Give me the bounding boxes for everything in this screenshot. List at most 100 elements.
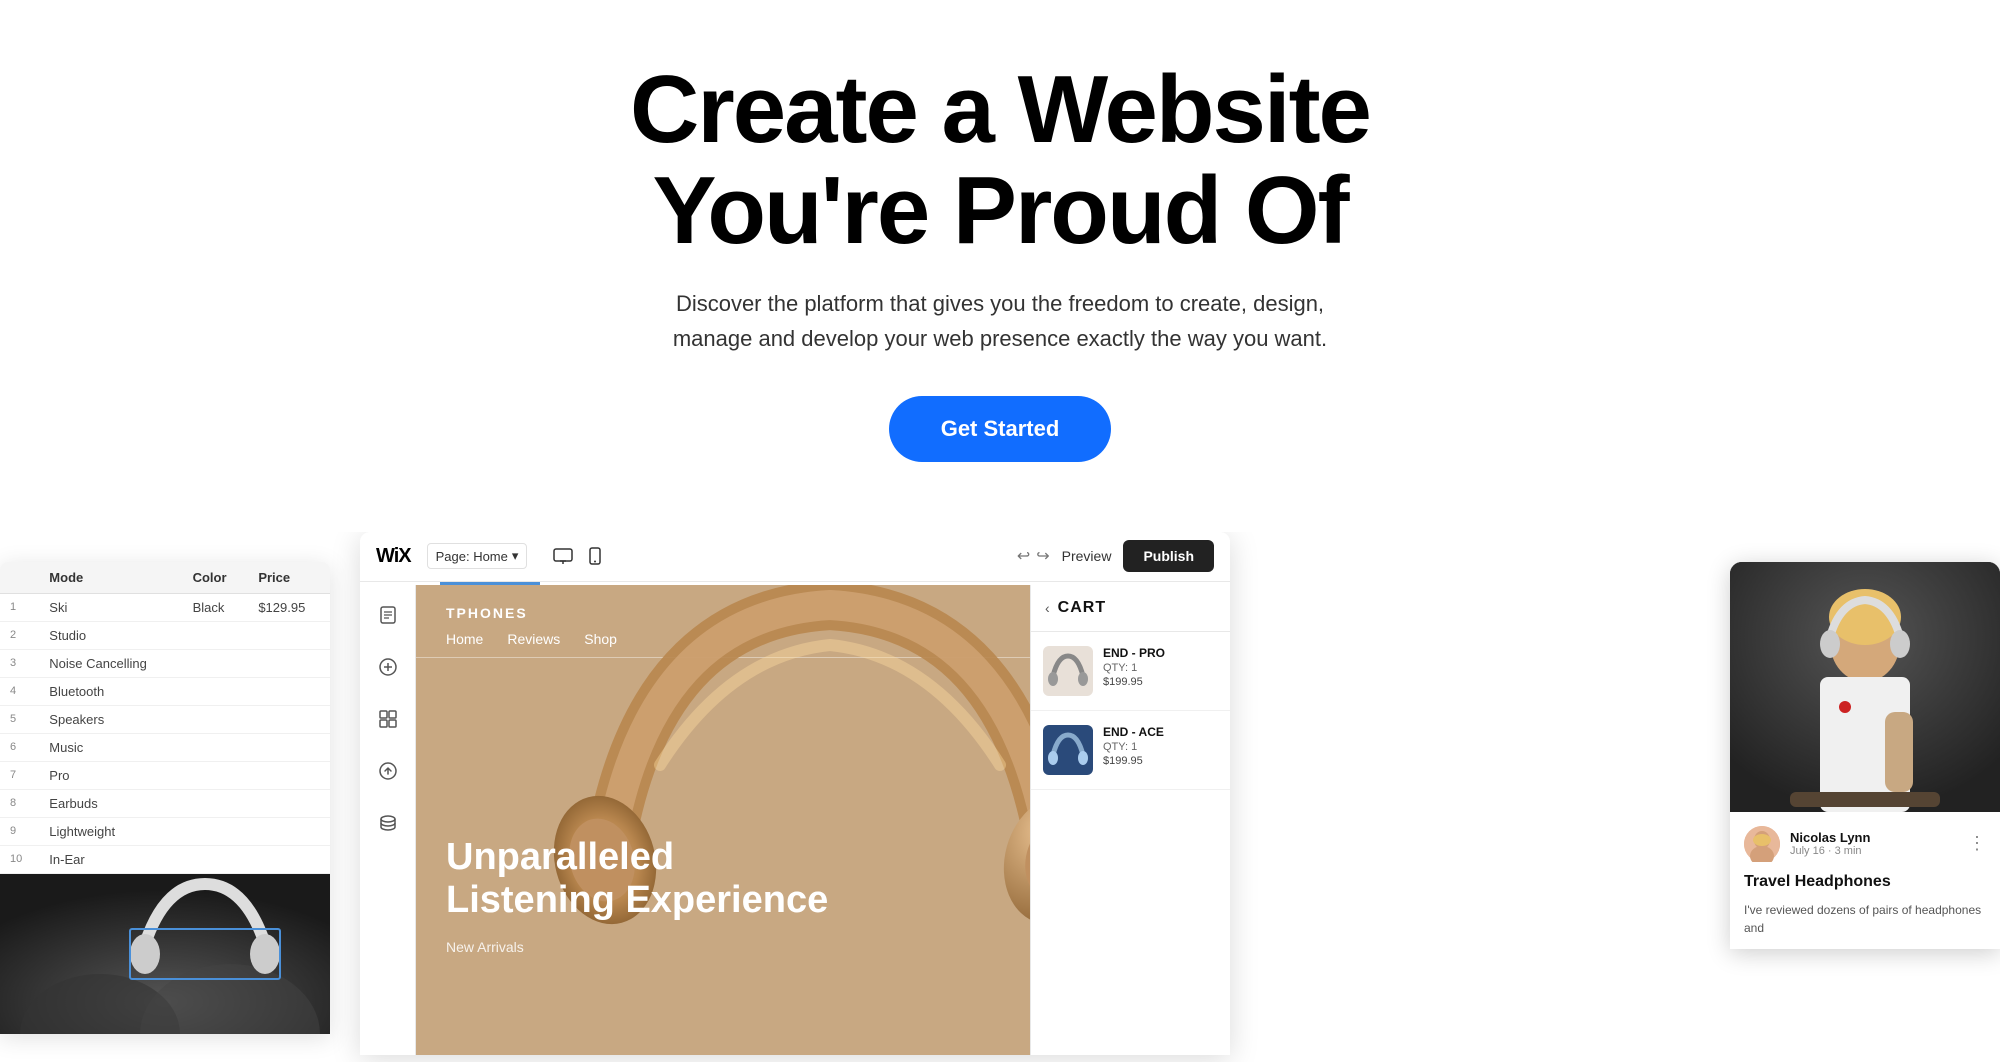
undo-icon[interactable]: ↩ — [1017, 546, 1030, 566]
cart-header: ‹ CART — [1031, 585, 1230, 632]
row-price — [248, 677, 330, 705]
row-price — [248, 789, 330, 817]
pages-tool[interactable] — [370, 597, 406, 633]
chevron-down-icon: ▾ — [512, 548, 519, 564]
preview-button[interactable]: Preview — [1062, 548, 1112, 564]
row-price — [248, 761, 330, 789]
author-meta: July 16 · 3 min — [1790, 845, 1958, 857]
row-price — [248, 845, 330, 873]
cart-panel: ‹ CART END - PRO — [1030, 585, 1230, 1055]
site-headline: Unparalleled Listening Experience — [446, 836, 828, 923]
cart-item-info-1: END - PRO QTY: 1 $199.95 — [1103, 646, 1218, 688]
row-color — [183, 733, 249, 761]
author-info: Nicolas Lynn July 16 · 3 min — [1790, 830, 1958, 857]
table-row: 9 Lightweight — [0, 817, 330, 845]
database-tool[interactable] — [370, 805, 406, 841]
editor-toolbar: WiX Page: Home ▾ — [360, 532, 1230, 582]
editor-canvas: TPHONES Home Reviews Shop — [360, 585, 1230, 1055]
table-header-num — [0, 562, 39, 594]
row-price — [248, 705, 330, 733]
cart-item-price-1: $199.95 — [1103, 676, 1218, 688]
table-row: 2 Studio — [0, 621, 330, 649]
page-selector[interactable]: Page: Home ▾ — [427, 543, 528, 569]
device-icons — [551, 544, 607, 568]
publish-button[interactable]: Publish — [1123, 540, 1214, 572]
site-canvas: TPHONES Home Reviews Shop — [416, 585, 1030, 1055]
more-options-icon[interactable]: ⋮ — [1968, 833, 1986, 854]
row-num: 6 — [0, 733, 39, 761]
blog-card: Nicolas Lynn July 16 · 3 min ⋮ Travel He… — [1730, 812, 2000, 949]
row-mode: Ski — [39, 593, 182, 621]
product-table: Mode Color Price 1 Ski Black $129.95 2 S… — [0, 562, 330, 874]
redo-icon[interactable]: ↪ — [1036, 546, 1049, 566]
table-row: 6 Music — [0, 733, 330, 761]
row-num: 8 — [0, 789, 39, 817]
mobile-preview-panel: Nicolas Lynn July 16 · 3 min ⋮ Travel He… — [1730, 562, 2000, 949]
row-num: 5 — [0, 705, 39, 733]
left-data-panel: Mode Color Price 1 Ski Black $129.95 2 S… — [0, 562, 330, 1034]
editor-panel: WiX Page: Home ▾ — [360, 532, 1230, 1055]
row-mode: Lightweight — [39, 817, 182, 845]
author-name: Nicolas Lynn — [1790, 830, 1958, 845]
table-row: 4 Bluetooth — [0, 677, 330, 705]
upload-tool[interactable] — [370, 753, 406, 789]
desktop-icon[interactable] — [551, 544, 575, 568]
cart-item: END - PRO QTY: 1 $199.95 — [1031, 632, 1230, 711]
row-num: 7 — [0, 761, 39, 789]
cart-back-icon[interactable]: ‹ — [1045, 600, 1050, 616]
toolbar-left: WiX Page: Home ▾ — [376, 543, 607, 569]
mobile-icon[interactable] — [583, 544, 607, 568]
site-new-arrivals: New Arrivals — [446, 939, 828, 955]
cart-title: CART — [1058, 599, 1106, 617]
table-row: 5 Speakers — [0, 705, 330, 733]
cart-item-name-1: END - PRO — [1103, 646, 1218, 660]
page-name: Page: Home — [436, 549, 508, 564]
product-image-panel — [0, 874, 330, 1034]
sections-tool[interactable] — [370, 701, 406, 737]
person-photo-graphic — [1730, 562, 2000, 812]
blog-excerpt: I've reviewed dozens of pairs of headpho… — [1744, 901, 1986, 937]
editor-sidebar — [360, 585, 416, 1055]
row-num: 2 — [0, 621, 39, 649]
row-color — [183, 817, 249, 845]
row-num: 10 — [0, 845, 39, 873]
table-header-mode: Mode — [39, 562, 182, 594]
row-price: $129.95 — [248, 593, 330, 621]
wix-logo: WiX — [376, 545, 411, 568]
table-row: 3 Noise Cancelling — [0, 649, 330, 677]
row-color — [183, 621, 249, 649]
toolbar-right: ↩ ↪ Preview Publish — [1017, 540, 1214, 572]
table-row: 10 In-Ear — [0, 845, 330, 873]
cart-item: END - ACE QTY: 1 $199.95 — [1031, 711, 1230, 790]
row-mode: Pro — [39, 761, 182, 789]
row-num: 9 — [0, 817, 39, 845]
row-color — [183, 761, 249, 789]
row-mode: In-Ear — [39, 845, 182, 873]
table-header-color: Color — [183, 562, 249, 594]
author-avatar — [1744, 826, 1780, 862]
cart-item-name-2: END - ACE — [1103, 725, 1218, 739]
row-num: 1 — [0, 593, 39, 621]
row-mode: Studio — [39, 621, 182, 649]
row-mode: Speakers — [39, 705, 182, 733]
row-price — [248, 649, 330, 677]
row-mode: Music — [39, 733, 182, 761]
cart-item-qty-1: QTY: 1 — [1103, 662, 1218, 674]
get-started-button[interactable]: Get Started — [889, 396, 1112, 462]
row-price — [248, 817, 330, 845]
row-num: 4 — [0, 677, 39, 705]
add-tool[interactable] — [370, 649, 406, 685]
row-mode: Noise Cancelling — [39, 649, 182, 677]
row-color — [183, 649, 249, 677]
hero-section: Create a Website You're Proud Of Discove… — [0, 0, 2000, 502]
data-table-wrapper: Mode Color Price 1 Ski Black $129.95 2 S… — [0, 562, 330, 874]
hero-title: Create a Website You're Proud Of — [20, 60, 1980, 262]
blog-title: Travel Headphones — [1744, 872, 1986, 893]
row-mode: Bluetooth — [39, 677, 182, 705]
row-price — [248, 733, 330, 761]
nav-link-home[interactable]: Home — [446, 631, 483, 647]
table-row: 7 Pro — [0, 761, 330, 789]
cart-item-price-2: $199.95 — [1103, 755, 1218, 767]
table-row: 1 Ski Black $129.95 — [0, 593, 330, 621]
cart-item-thumbnail-2 — [1043, 725, 1093, 775]
